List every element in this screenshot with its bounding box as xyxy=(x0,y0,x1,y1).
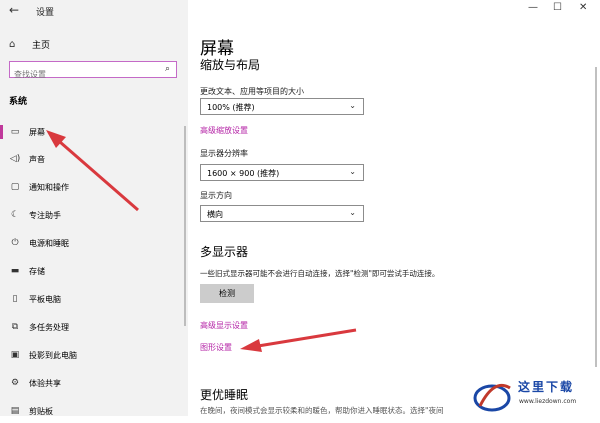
arrowhead-graphics xyxy=(240,339,262,352)
arrow-to-display xyxy=(59,140,139,212)
watermark-text: 这里下载 xyxy=(518,380,575,394)
annotation-arrows xyxy=(46,130,357,352)
watermark-url: www.liezdown.com xyxy=(519,398,577,405)
arrow-to-graphics xyxy=(257,328,357,348)
